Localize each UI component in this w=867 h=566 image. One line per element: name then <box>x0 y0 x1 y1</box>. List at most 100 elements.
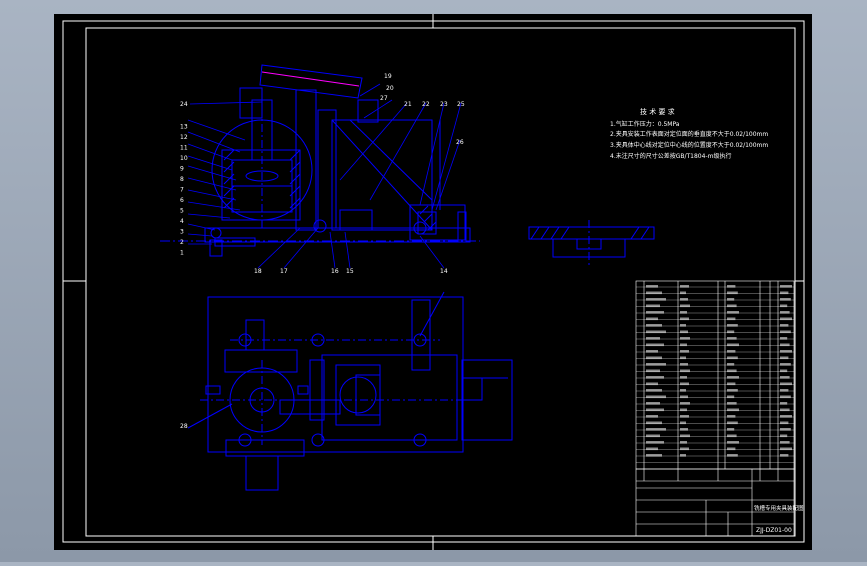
parts-list-cell-mark <box>646 317 658 321</box>
parts-list-cell-mark <box>680 330 688 334</box>
parts-list-cell-mark <box>780 330 791 334</box>
parts-list-cell-mark <box>646 356 662 360</box>
parts-list-cell-mark <box>780 363 791 366</box>
parts-list-cell-mark <box>646 441 664 444</box>
callout-left-4: 10 <box>180 155 188 162</box>
parts-list-cell-mark <box>780 311 790 314</box>
parts-list-cell-mark <box>646 415 658 418</box>
parts-list-cell-mark <box>727 330 735 334</box>
parts-list-cell-mark <box>646 382 658 386</box>
parts-list-cell-mark <box>680 350 689 353</box>
callout-bottom-0: 18 <box>254 268 262 275</box>
parts-list-cell-mark <box>727 311 739 314</box>
parts-list-cell-mark <box>680 415 689 418</box>
parts-list-cell-mark <box>680 304 690 308</box>
parts-list-cell-mark <box>727 441 739 444</box>
parts-list-cell-mark <box>680 408 687 412</box>
callout-bottom-3: 15 <box>346 268 354 275</box>
parts-list-cell-mark <box>646 447 658 451</box>
parts-list-cell-mark <box>646 369 660 373</box>
parts-list-cell-mark <box>646 343 664 347</box>
drawing-canvas[interactable]: 2413121110987654321 192021 22 23 252627 18 1… <box>0 0 867 562</box>
callout-left-5: 9 <box>180 166 184 173</box>
parts-list-cell-mark <box>646 330 666 334</box>
parts-list-cell-mark <box>680 402 690 405</box>
parts-list-cell-mark <box>646 408 664 412</box>
callout-top-7: 27 <box>380 95 388 102</box>
parts-list-cell-mark <box>727 350 736 353</box>
tech-req-line-2: 2.夹具安装工作表面对定位面的垂直度不大于0.02/100mm <box>610 130 768 138</box>
parts-list-cell-mark <box>780 317 792 321</box>
parts-list-cell-mark <box>780 441 790 444</box>
parts-list-cell-mark <box>680 389 686 392</box>
parts-list-cell-mark <box>727 343 739 347</box>
parts-list-cell-mark <box>680 454 686 457</box>
parts-list-cell-mark <box>780 389 789 392</box>
parts-list-cell-mark <box>646 376 664 379</box>
callout-top-1: 20 <box>386 85 394 92</box>
callout-left-12: 2 <box>180 239 184 246</box>
callout-left-10: 4 <box>180 218 184 225</box>
parts-list-cell-mark <box>646 350 658 353</box>
parts-list-cell-mark <box>646 428 666 431</box>
callout-left-6: 8 <box>180 176 184 183</box>
parts-list-cell-mark <box>780 291 789 295</box>
callout-top-0: 19 <box>384 73 392 80</box>
parts-list-cell-mark <box>780 415 792 418</box>
parts-list-cell-mark <box>780 285 792 288</box>
parts-list-cell-mark <box>727 337 737 340</box>
parts-list-cell-mark <box>646 291 662 295</box>
parts-list-cell-mark <box>727 447 736 451</box>
parts-list-cell-mark <box>727 389 738 392</box>
callout-left-8: 6 <box>180 197 184 204</box>
parts-list-cell-mark <box>680 317 689 321</box>
callout-left-13: 1 <box>180 250 184 257</box>
parts-list-cell-mark <box>680 434 690 438</box>
parts-list-cell-mark <box>780 337 788 340</box>
parts-list-cell-mark <box>727 382 736 386</box>
parts-list-cell-mark <box>646 421 662 425</box>
tech-req-title: 技 术 要 求 <box>640 107 675 116</box>
parts-list-cell-mark <box>727 408 739 412</box>
parts-list-cell-mark <box>646 324 662 327</box>
tech-req-line-3: 3.夹具体中心线对定位中心线的位置度不大于0.02/100mm <box>610 141 768 149</box>
parts-list-cell-mark <box>680 369 690 373</box>
parts-list-cell-mark <box>727 428 735 431</box>
callout-top-2: 21 <box>404 101 412 108</box>
parts-list-cell-mark <box>727 285 736 288</box>
parts-list-cell-mark <box>727 356 738 360</box>
callout-left-1: 13 <box>180 124 188 131</box>
parts-list-cell-mark <box>680 324 686 327</box>
parts-list-cell-mark <box>727 395 735 399</box>
parts-list-cell-mark <box>780 350 792 353</box>
parts-list-cell-mark <box>680 343 687 347</box>
callout-top-5: 25 <box>457 101 465 108</box>
callout-left-11: 3 <box>180 229 184 236</box>
drawing-name: 铣槽专用夹具装配图 <box>754 504 804 512</box>
parts-list-cell-mark <box>646 434 660 438</box>
parts-list-cell-mark <box>680 382 689 386</box>
parts-list-cell-mark <box>727 304 737 308</box>
tech-req-line-4: 4.未注尺寸的尺寸公差按GB/T1804-m级执行 <box>610 152 731 160</box>
callout-left-7: 7 <box>180 187 184 194</box>
parts-list-cell-mark <box>680 441 687 444</box>
callout-left-2: 12 <box>180 134 188 141</box>
callout-bottom-2: 16 <box>331 268 339 275</box>
parts-list-cell-mark <box>646 311 664 314</box>
tech-req-line-1: 1.气缸工作压力：0.5MPa <box>610 120 680 128</box>
parts-list-cell-mark <box>780 428 791 431</box>
parts-list-cell-mark <box>727 454 738 457</box>
parts-list-cell-mark <box>680 363 688 366</box>
parts-list-cell-mark <box>646 389 662 392</box>
parts-list-cell-mark <box>727 324 738 327</box>
parts-list-cell-mark <box>646 304 660 308</box>
parts-list-cell-mark <box>680 311 687 314</box>
parts-list-cell-mark <box>727 317 736 321</box>
parts-list-cell-mark <box>680 395 688 399</box>
parts-list-cell-mark <box>780 304 788 308</box>
model-space <box>54 14 812 550</box>
parts-list-cell-mark <box>680 291 686 295</box>
parts-list-cell-mark <box>646 454 662 457</box>
parts-list-cell-mark <box>780 447 792 451</box>
parts-list-cell-mark <box>680 356 686 360</box>
